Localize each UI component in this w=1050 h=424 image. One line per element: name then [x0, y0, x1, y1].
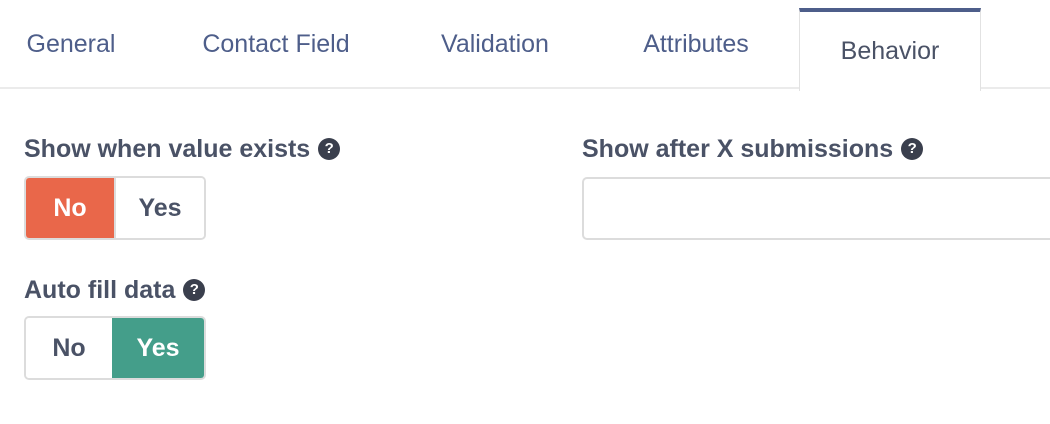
tab-label: Behavior — [840, 37, 940, 65]
show-when-value-exists-toggle: No Yes — [24, 176, 206, 240]
auto-fill-data-toggle: No Yes — [24, 316, 206, 380]
tab-label: General — [26, 30, 116, 58]
show-when-value-exists-no-button[interactable]: No — [26, 178, 114, 238]
tab-behavior[interactable]: Behavior — [799, 8, 981, 91]
question-circle-icon[interactable]: ? — [183, 279, 206, 301]
behavior-settings-panel: General Contact Field Validation Attribu… — [0, 0, 1050, 424]
label-text: Show after X submissions — [582, 134, 894, 163]
show-after-submissions-label: Show after X submissions ? — [582, 132, 924, 166]
tab-label: Validation — [441, 30, 549, 58]
question-circle-icon[interactable]: ? — [318, 138, 341, 160]
show-when-value-exists-yes-button[interactable]: Yes — [114, 178, 204, 238]
tab-contact-field[interactable]: Contact Field — [176, 0, 376, 89]
label-text: Auto fill data — [24, 275, 176, 304]
tab-attributes[interactable]: Attributes — [618, 0, 774, 89]
auto-fill-data-yes-button[interactable]: Yes — [112, 318, 204, 378]
show-after-submissions-input[interactable] — [582, 177, 1050, 240]
auto-fill-data-no-button[interactable]: No — [26, 318, 112, 378]
tab-label: Attributes — [643, 30, 749, 58]
auto-fill-data-label: Auto fill data ? — [24, 273, 206, 307]
tab-validation[interactable]: Validation — [416, 0, 574, 89]
show-when-value-exists-label: Show when value exists ? — [24, 132, 341, 166]
tab-label: Contact Field — [202, 30, 350, 58]
tab-bar: General Contact Field Validation Attribu… — [0, 0, 1050, 91]
question-circle-icon[interactable]: ? — [901, 138, 924, 160]
label-text: Show when value exists — [24, 134, 311, 163]
tab-general[interactable]: General — [0, 0, 142, 89]
